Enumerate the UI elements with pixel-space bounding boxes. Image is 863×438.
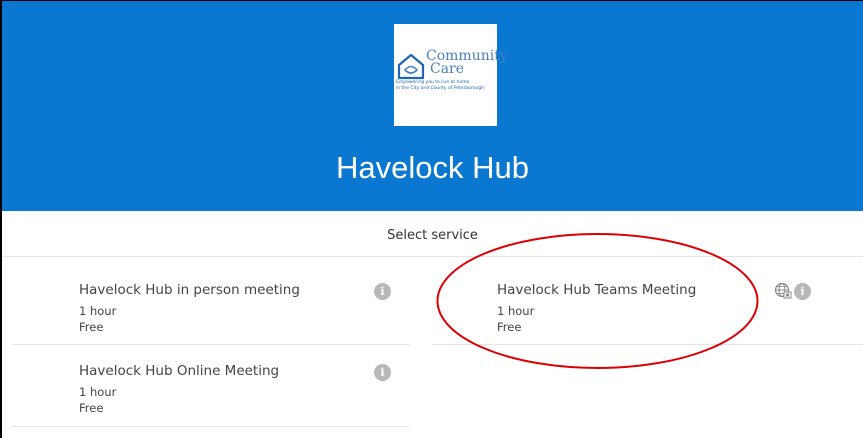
service-duration: 1 hour [79,304,117,318]
service-divider [432,344,863,345]
service-name: Havelock Hub in person meeting [79,282,300,298]
community-care-logo: Community Care Empowering you to live at… [394,24,508,126]
service-price: Free [497,320,522,334]
logo-tagline-line2: in the City and County of Peterborough [396,86,485,91]
service-divider [12,344,410,345]
service-price: Free [79,320,104,334]
service-duration: 1 hour [79,385,117,399]
logo-name-line2: Care [430,61,465,77]
page-header: Community Care Empowering you to live at… [2,1,863,211]
house-logo-icon [397,53,425,80]
logo-tagline: Empowering you to live at home in the Ci… [396,80,497,92]
info-icon[interactable]: i [374,283,391,300]
select-service-label: Select service [387,228,478,243]
page-title: Havelock Hub [336,150,529,185]
service-online-meeting[interactable]: Havelock Hub Online Meeting 1 hour Free [79,363,419,433]
info-icon[interactable]: i [374,364,391,381]
service-price: Free [79,401,104,415]
service-duration: 1 hour [497,304,535,318]
booking-page: Community Care Empowering you to live at… [0,0,863,438]
service-divider [12,426,410,427]
service-name: Havelock Hub Online Meeting [79,363,280,379]
service-name: Havelock Hub Teams Meeting [497,282,697,298]
info-icon[interactable]: i [794,283,811,300]
section-divider [2,256,863,257]
service-in-person-meeting[interactable]: Havelock Hub in person meeting 1 hour Fr… [79,282,419,352]
globe-icon[interactable] [774,282,792,300]
